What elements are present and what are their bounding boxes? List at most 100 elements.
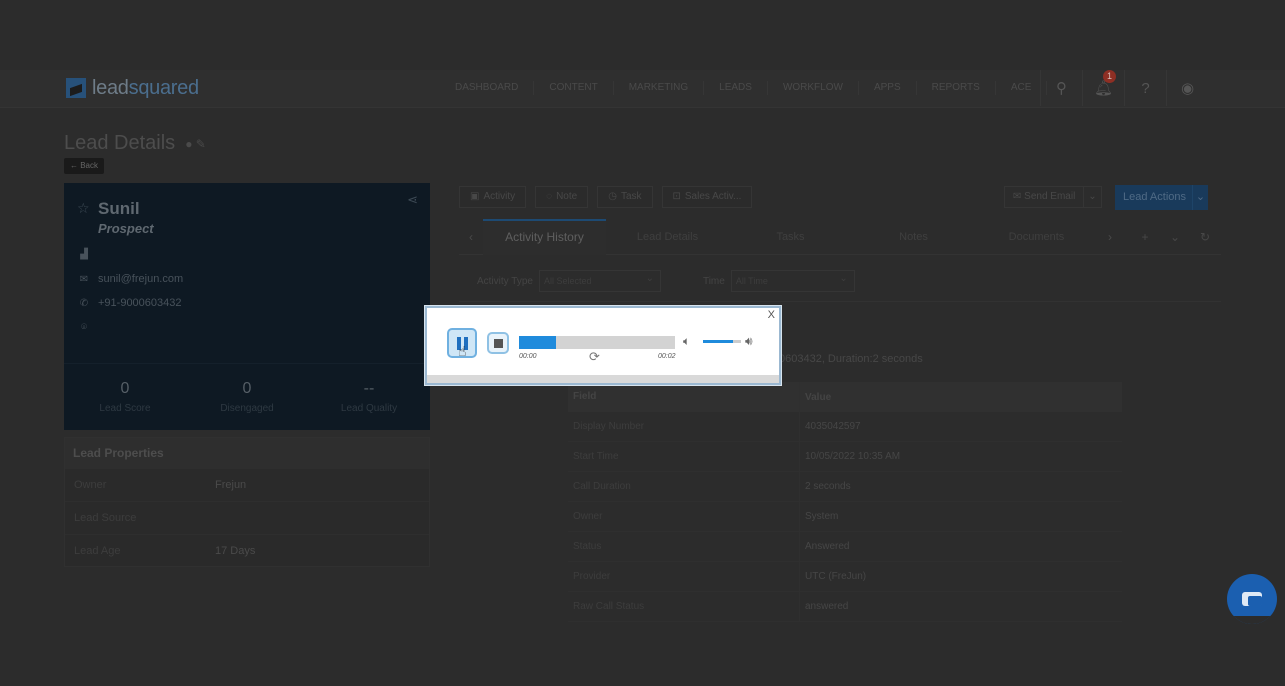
playback-progress-bar[interactable] <box>519 336 675 349</box>
property-row-lead-source: Lead Source <box>65 501 429 534</box>
value-cell: UTC (FreJun) <box>805 571 867 582</box>
tab-lead-details[interactable]: Lead Details <box>606 219 729 255</box>
stat-disengaged: 0 Disengaged <box>186 364 308 430</box>
user-profile-icon[interactable]: ◉ <box>1166 70 1208 106</box>
tab-documents[interactable]: Documents <box>975 219 1098 255</box>
lead-stats: 0 Lead Score 0 Disengaged -- Lead Qualit… <box>64 363 430 430</box>
clock-icon: ◷ <box>608 191 617 202</box>
send-email-button[interactable]: ✉ Send Email ⌄ <box>1004 186 1102 208</box>
page-title-row: Lead Details ● ✎ <box>64 132 206 155</box>
app-root: leadsquared DASHBOARD CONTENT MARKETING … <box>0 0 1285 686</box>
volume-mute-icon[interactable]: 🔈︎ <box>683 334 690 349</box>
field-cell: Start Time <box>568 442 800 471</box>
audio-player-popup: X ☝ 00:00 ⟳ 00:02 🔈︎ 🔊︎ <box>425 306 781 385</box>
property-row-owner: Owner Frejun <box>65 468 429 501</box>
stat-value: -- <box>363 380 375 397</box>
search-icon[interactable]: ⚲ <box>1040 70 1082 106</box>
lead-actions-button[interactable]: Lead Actions ⌄ <box>1115 185 1208 210</box>
field-cell: Call Duration <box>568 472 800 501</box>
add-activity-button[interactable]: ▣ Activity <box>459 186 527 208</box>
value-cell: 10/05/2022 10:35 AM <box>805 451 901 462</box>
refresh-icon[interactable]: ↻ <box>1190 230 1220 244</box>
nav-item-leads[interactable]: LEADS <box>704 81 768 95</box>
back-label: Back <box>80 161 99 170</box>
add-note-label: Note <box>556 191 578 202</box>
stat-label: Lead Quality <box>340 403 398 414</box>
activity-filters: Activity Type All Selected Time All Time <box>477 269 855 292</box>
current-time: 00:00 <box>519 353 537 360</box>
stop-button[interactable] <box>487 332 509 354</box>
brand-name-left: lead <box>92 76 129 99</box>
value-cell: System <box>805 511 839 522</box>
arrow-left-icon: ← <box>69 161 78 170</box>
note-icon: ◌ <box>546 191 553 202</box>
lead-company-row: ▟ <box>77 249 98 260</box>
tab-menu-chevron-icon[interactable]: ⌄ <box>1160 230 1190 244</box>
star-icon[interactable]: ☆ <box>77 200 90 217</box>
help-circle-icon[interactable]: ● <box>185 137 192 151</box>
stat-lead-quality: -- Lead Quality <box>308 364 430 430</box>
activity-type-label: Activity Type <box>477 275 533 287</box>
stat-value: 0 <box>120 380 130 397</box>
nav-item-reports[interactable]: REPORTS <box>917 81 996 95</box>
edit-pencil-icon[interactable]: ✎ <box>196 137 206 151</box>
table-row: Display Number 4035042597 <box>568 412 1122 442</box>
stat-lead-score: 0 Lead Score <box>64 364 186 430</box>
volume-max-icon[interactable]: 🔊︎ <box>745 334 753 349</box>
call-details-table: Field Value Display Number 4035042597 Sta… <box>568 382 1122 622</box>
loop-icon[interactable]: ⟳ <box>589 349 600 365</box>
add-sales-activity-label: Sales Activ... <box>684 191 742 202</box>
tab-notes[interactable]: Notes <box>852 219 975 255</box>
chat-widget-button[interactable] <box>1227 574 1277 624</box>
activity-type-select[interactable]: All Selected <box>538 269 661 292</box>
field-cell: Provider <box>568 562 800 591</box>
value-cell: answered <box>805 601 849 612</box>
lead-phone-row[interactable]: ✆ +91-9000603432 <box>77 297 182 309</box>
envelope-icon: ✉ <box>79 273 89 285</box>
tab-tasks[interactable]: Tasks <box>729 219 852 255</box>
share-icon[interactable]: ⋖ <box>407 192 418 208</box>
time-select[interactable]: All Time <box>730 269 855 292</box>
field-cell: Display Number <box>568 412 800 441</box>
lead-actions-dropdown-icon[interactable]: ⌄ <box>1192 185 1208 210</box>
field-cell: Raw Call Status <box>568 592 800 621</box>
add-tab-icon[interactable]: + <box>1130 230 1160 244</box>
notifications-bell-icon[interactable]: 🔔︎ 1 <box>1082 70 1124 106</box>
nav-item-workflow[interactable]: WORKFLOW <box>768 81 859 95</box>
send-email-dropdown-icon[interactable]: ⌄ <box>1083 187 1101 207</box>
close-icon[interactable]: X <box>768 309 775 321</box>
tabs-scroll-left-icon[interactable]: ‹ <box>459 230 483 244</box>
help-icon[interactable]: ? <box>1124 70 1166 106</box>
property-label: Lead Age <box>74 545 121 557</box>
lead-email[interactable]: sunil@frejun.com <box>98 273 183 285</box>
nav-item-content[interactable]: CONTENT <box>534 81 614 95</box>
call-summary-text: 0603432, Duration:2 seconds <box>779 353 923 365</box>
hand-cursor-icon: ☝ <box>458 343 467 359</box>
volume-slider[interactable] <box>703 340 741 343</box>
nav-item-apps[interactable]: APPS <box>859 81 917 95</box>
property-row-lead-age: Lead Age 17 Days <box>65 534 429 567</box>
add-task-button[interactable]: ◷ Task <box>597 186 653 208</box>
add-note-button[interactable]: ◌ Note <box>535 186 589 208</box>
top-navbar: leadsquared DASHBOARD CONTENT MARKETING … <box>0 70 1285 108</box>
stat-label: Lead Score <box>99 403 151 414</box>
nav-item-marketing[interactable]: MARKETING <box>614 81 705 95</box>
brand-logo[interactable]: leadsquared <box>66 76 199 100</box>
building-icon: ▟ <box>80 249 88 260</box>
table-row: Owner System <box>568 502 1122 532</box>
tab-activity-history[interactable]: Activity History <box>483 218 606 255</box>
add-activity-label: Activity <box>483 191 516 202</box>
back-button[interactable]: ← Back <box>64 158 104 174</box>
value-cell: 4035042597 <box>805 421 861 432</box>
nav-item-dashboard[interactable]: DASHBOARD <box>440 81 535 95</box>
brand-name-right: squared <box>128 76 199 99</box>
tabs-scroll-right-icon[interactable]: › <box>1098 230 1122 244</box>
column-header-value: Value <box>805 391 832 403</box>
lead-stage: Prospect <box>98 221 154 236</box>
lead-properties-header: Lead Properties <box>65 438 429 468</box>
value-cell: Answered <box>805 541 850 552</box>
lead-location-row: ⌾ <box>77 322 98 333</box>
lead-email-row[interactable]: ✉ sunil@frejun.com <box>77 273 183 285</box>
add-sales-activity-button[interactable]: ⊡ Sales Activ... <box>661 186 753 208</box>
lead-phone[interactable]: +91-9000603432 <box>98 297 182 309</box>
